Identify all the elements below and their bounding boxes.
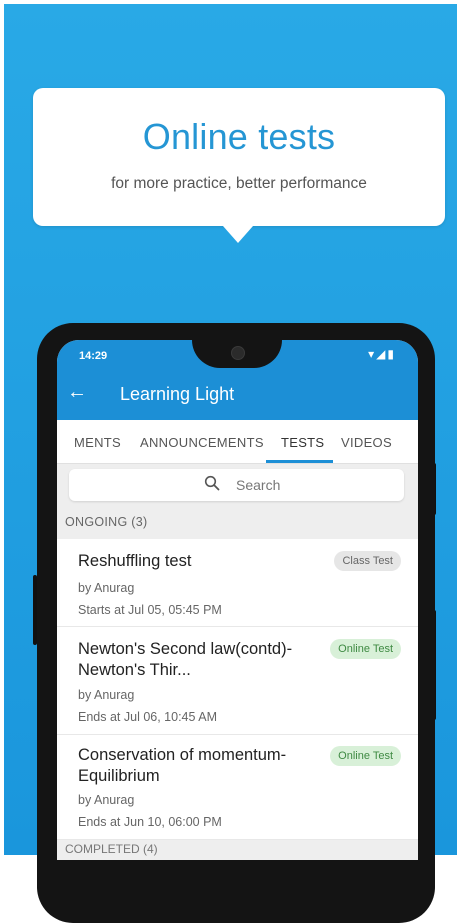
ongoing-section-title: ONGOING (3) xyxy=(65,515,148,529)
tab-bar: MENTS ANNOUNCEMENTS TESTS VIDEOS xyxy=(57,420,418,464)
app-bar: ← Learning Light xyxy=(57,368,418,420)
test-title: Newton's Second law(contd)-Newton's Thir… xyxy=(78,640,293,679)
back-arrow-icon[interactable]: ← xyxy=(67,381,87,404)
test-date: Ends at Jul 06, 10:45 AM xyxy=(78,710,217,724)
test-type-badge: Online Test xyxy=(330,746,401,766)
test-card[interactable]: Newton's Second law(contd)-Newton's Thir… xyxy=(57,627,418,735)
status-icons: ▾◢▮ xyxy=(368,347,396,361)
test-card[interactable]: Conservation of momentum-Equilibrium Onl… xyxy=(57,735,418,840)
test-title: Conservation of momentum-Equilibrium xyxy=(78,746,287,785)
app-title: Learning Light xyxy=(120,384,235,404)
completed-section-title: COMPLETED (4) xyxy=(65,842,158,856)
promo-headline: Online tests xyxy=(142,116,336,157)
promo-subline: for more practice, better performance xyxy=(111,175,367,192)
search-input[interactable]: Search xyxy=(69,469,404,501)
test-author: by Anurag xyxy=(78,688,135,702)
camera-icon xyxy=(231,346,245,360)
tab-videos[interactable]: VIDEOS xyxy=(341,435,392,450)
test-date: Ends at Jun 10, 06:00 PM xyxy=(78,815,222,829)
phone-screen: 14:29 ▾◢▮ ← Learning Light MENTS ANNOUNC… xyxy=(57,340,418,860)
test-date: Starts at Jul 05, 05:45 PM xyxy=(78,603,222,617)
tab-tests[interactable]: TESTS xyxy=(281,435,324,450)
test-author: by Anurag xyxy=(78,581,135,595)
active-tab-indicator xyxy=(266,460,333,463)
status-time: 14:29 xyxy=(79,350,108,362)
search-icon xyxy=(204,475,220,491)
test-type-badge: Class Test xyxy=(334,551,401,571)
tab-announcements[interactable]: ANNOUNCEMENTS xyxy=(140,435,264,450)
test-author: by Anurag xyxy=(78,793,135,807)
tab-assignments[interactable]: MENTS xyxy=(74,435,121,450)
test-title: Reshuffling test xyxy=(78,552,192,570)
test-type-badge: Online Test xyxy=(330,639,401,659)
promo-callout: Online tests for more practice, better p… xyxy=(33,88,445,243)
test-card[interactable]: Reshuffling test Class Test by Anurag St… xyxy=(57,539,418,627)
search-placeholder: Search xyxy=(236,477,281,493)
